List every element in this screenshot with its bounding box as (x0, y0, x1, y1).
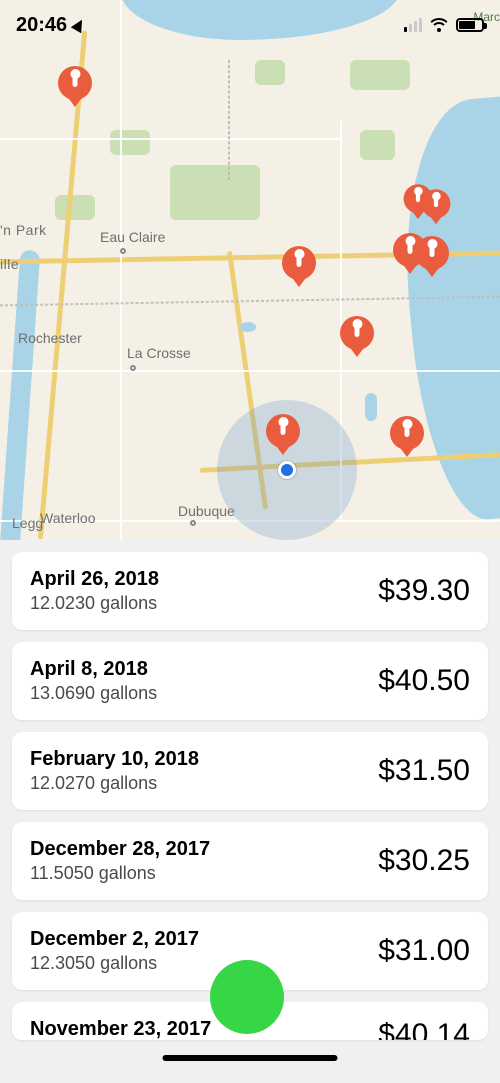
battery-icon (456, 18, 484, 32)
map-view[interactable]: Eau Claire Rochester La Crosse Dubuque W… (0, 0, 500, 540)
map-green (55, 195, 95, 220)
home-indicator[interactable] (163, 1055, 338, 1061)
record-date: December 2, 2017 (30, 928, 199, 951)
user-location-dot (278, 461, 296, 479)
touch-indicator (210, 960, 284, 1034)
location-services-icon (71, 17, 87, 33)
fuel-record-card[interactable]: February 10, 2018 12.0270 gallons $31.50 (12, 732, 488, 810)
cellular-signal-icon (404, 18, 422, 32)
map-pin[interactable] (282, 246, 316, 290)
map-pin[interactable] (422, 189, 451, 226)
map-lake (365, 393, 377, 421)
wifi-icon (429, 18, 449, 32)
record-gallons: 13.0690 gallons (30, 683, 157, 704)
city-dot (130, 365, 136, 371)
map-green (170, 165, 260, 220)
label-eau-claire: Eau Claire (100, 229, 165, 245)
map-pin[interactable] (415, 236, 449, 280)
map-green (350, 60, 410, 90)
status-time: 20:46 (16, 14, 67, 37)
fuel-record-card[interactable]: April 26, 2018 12.0230 gallons $39.30 (12, 552, 488, 630)
city-dot (120, 248, 126, 254)
record-date: February 10, 2018 (30, 748, 199, 771)
record-gallons: 12.0230 gallons (30, 593, 159, 614)
city-dot (190, 520, 196, 526)
record-date: November 23, 2017 (30, 1018, 211, 1040)
label-la-crosse: La Crosse (127, 345, 191, 361)
fuel-record-card[interactable]: December 28, 2017 11.5050 gallons $30.25 (12, 822, 488, 900)
record-price: $39.30 (378, 574, 470, 608)
record-gallons: 11.5050 gallons (30, 863, 210, 884)
map-pin[interactable] (266, 414, 300, 458)
map-green (360, 130, 395, 160)
record-price: $31.50 (378, 754, 470, 788)
map-lake (240, 322, 256, 332)
record-date: December 28, 2017 (30, 838, 210, 861)
map-road (0, 370, 500, 372)
map-road (120, 0, 122, 540)
record-price: $40.14 (378, 1018, 470, 1040)
label-ille: ille (0, 256, 19, 272)
label-legg: Legg (12, 515, 43, 531)
map-road (0, 138, 340, 140)
map-green (255, 60, 285, 85)
label-waterloo: Waterloo (40, 510, 96, 526)
map-green (110, 130, 150, 155)
fuel-record-card[interactable]: April 8, 2018 13.0690 gallons $40.50 (12, 642, 488, 720)
map-water (0, 250, 40, 540)
record-date: April 26, 2018 (30, 568, 159, 591)
record-price: $40.50 (378, 664, 470, 698)
label-n-park: 'n Park (0, 222, 47, 238)
map-border (228, 60, 230, 180)
map-pin[interactable] (390, 416, 424, 460)
record-gallons: 12.3050 gallons (30, 953, 199, 974)
map-pin[interactable] (58, 66, 92, 110)
record-price: $30.25 (378, 844, 470, 878)
record-price: $31.00 (378, 934, 470, 968)
label-rochester: Rochester (18, 330, 82, 346)
map-pin[interactable] (340, 316, 374, 360)
record-gallons: 12.0270 gallons (30, 773, 199, 794)
record-date: April 8, 2018 (30, 658, 157, 681)
status-bar: 20:46 (0, 0, 500, 50)
